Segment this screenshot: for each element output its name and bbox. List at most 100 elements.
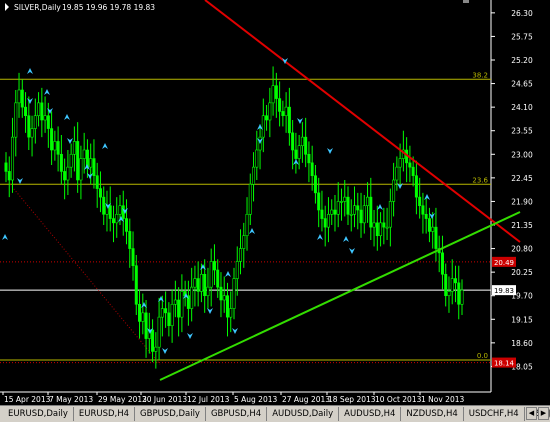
- candle-body: [320, 209, 324, 219]
- green-trend-line: [159, 211, 521, 381]
- candle-body: [85, 149, 89, 168]
- candle-body: [89, 158, 93, 168]
- candle-body: [30, 128, 34, 138]
- candle-body: [229, 308, 233, 318]
- x-tick-label: 7 May 2013: [49, 395, 93, 404]
- y-tick-label: 21.35: [511, 221, 533, 230]
- price-level-label: 20.49: [494, 259, 514, 267]
- tab-eurusd-h4[interactable]: EURUSD,H4: [73, 407, 136, 421]
- fib-level-label: 23.6: [472, 176, 488, 184]
- candle-body: [102, 196, 106, 215]
- tab-eurusd-daily[interactable]: EURUSD,Daily: [3, 407, 74, 421]
- candle-body: [248, 183, 252, 215]
- candle-body: [138, 303, 142, 322]
- candle-body: [4, 162, 8, 172]
- candle-body: [300, 136, 304, 147]
- fib-level-label: 38.2: [472, 71, 488, 79]
- candle-body: [151, 329, 155, 352]
- candle-body: [33, 115, 37, 129]
- candle-body: [366, 196, 370, 207]
- candle-body: [160, 308, 164, 318]
- candle-body: [431, 226, 435, 232]
- candle-body: [343, 196, 347, 202]
- candle-body: [450, 278, 454, 292]
- candle-body: [118, 205, 122, 215]
- candle-body: [255, 149, 259, 168]
- x-tick-label: 27 Aug 2013: [282, 395, 330, 404]
- y-tick-label: 20.25: [511, 268, 533, 277]
- x-tick-label: 29 May 2013: [98, 395, 147, 404]
- candle-body: [261, 115, 265, 138]
- tab-gbpusd-daily[interactable]: GBPUSD,Daily: [135, 407, 206, 421]
- y-tick-label: 24.65: [511, 80, 533, 89]
- y-tick-label: 19.15: [511, 315, 533, 324]
- fractal-down-arrow: [27, 98, 33, 104]
- y-tick-label: 24.10: [511, 103, 533, 112]
- candle-body: [323, 218, 327, 228]
- candle-body: [424, 213, 428, 219]
- fractal-down-arrow: [232, 328, 238, 334]
- scroll-left-button[interactable]: ◀: [526, 407, 537, 420]
- candle-body: [411, 166, 415, 177]
- candle-body: [294, 149, 298, 159]
- candle-body: [346, 196, 350, 215]
- x-tick-label: 18 Sep 2013: [328, 395, 376, 404]
- fractal-down-arrow: [17, 178, 23, 184]
- tab-gbpusd-h4[interactable]: GBPUSD,H4: [205, 407, 268, 421]
- candle-body: [382, 222, 386, 228]
- candle-body: [304, 136, 308, 155]
- candle-body: [313, 175, 317, 194]
- candle-body: [17, 89, 21, 104]
- candle-body: [307, 153, 311, 164]
- candle-body: [375, 222, 379, 237]
- candle-body: [212, 261, 216, 271]
- candle-body: [252, 166, 256, 185]
- candle-body: [46, 115, 50, 129]
- y-tick-label: 20.80: [511, 245, 533, 254]
- candle-body: [408, 162, 412, 168]
- tab-usdchf-h4[interactable]: USDCHF,H4: [463, 407, 525, 421]
- tab-audusd-daily[interactable]: AUDUSD,Daily: [267, 407, 340, 421]
- candle-body: [242, 235, 246, 249]
- y-tick-label: 25.75: [511, 32, 533, 41]
- candle-body: [141, 312, 145, 322]
- candle-body: [95, 175, 99, 189]
- red-trend-line: [204, 0, 521, 243]
- tab-nzdusd-h4[interactable]: NZDUSD,H4: [401, 407, 464, 421]
- fractal-down-arrow: [162, 348, 168, 354]
- candle-body: [339, 201, 343, 203]
- candle-body: [353, 205, 357, 215]
- candle-body: [72, 141, 76, 155]
- scroll-right-button[interactable]: ▶: [538, 407, 549, 420]
- candle-body: [11, 136, 15, 181]
- candle-body: [128, 231, 132, 249]
- chart-area[interactable]: 26.30 25.75 25.20 24.65 24.10 23.55 23.00 22.45…: [0, 0, 550, 405]
- candle-body: [7, 171, 11, 181]
- candle-body: [115, 213, 119, 224]
- fractal-up-arrow: [343, 236, 349, 242]
- candle-body: [388, 201, 392, 228]
- candle-body: [457, 282, 461, 305]
- candle-body: [392, 179, 396, 202]
- candle-body: [239, 248, 243, 262]
- candle-body: [170, 303, 174, 327]
- candle-body: [157, 316, 161, 348]
- expand-icon: [5, 3, 9, 11]
- candle-body: [14, 102, 18, 138]
- tab-audusd-h4[interactable]: AUDUSD,H4: [339, 407, 402, 421]
- candle-body: [144, 312, 148, 339]
- price-chart[interactable]: 26.30 25.75 25.20 24.65 24.10 23.55 23.00 22.45…: [0, 0, 550, 405]
- candle-body: [326, 213, 330, 228]
- candle-body: [349, 213, 353, 216]
- fractal-up-arrow: [27, 68, 33, 74]
- candle-body: [385, 226, 389, 229]
- price-level-label: 19.83: [494, 287, 514, 295]
- candle-body: [190, 286, 194, 309]
- candle-body: [278, 98, 282, 112]
- candle-body: [333, 209, 337, 215]
- y-tick-label: 18.60: [511, 339, 533, 348]
- x-tick-label: 15 Apr 2013: [4, 395, 51, 404]
- candle-body: [98, 188, 102, 198]
- fractal-up-arrow: [317, 234, 323, 240]
- chart-ohlc: 19.85 19.96 19.78 19.83: [62, 3, 155, 12]
